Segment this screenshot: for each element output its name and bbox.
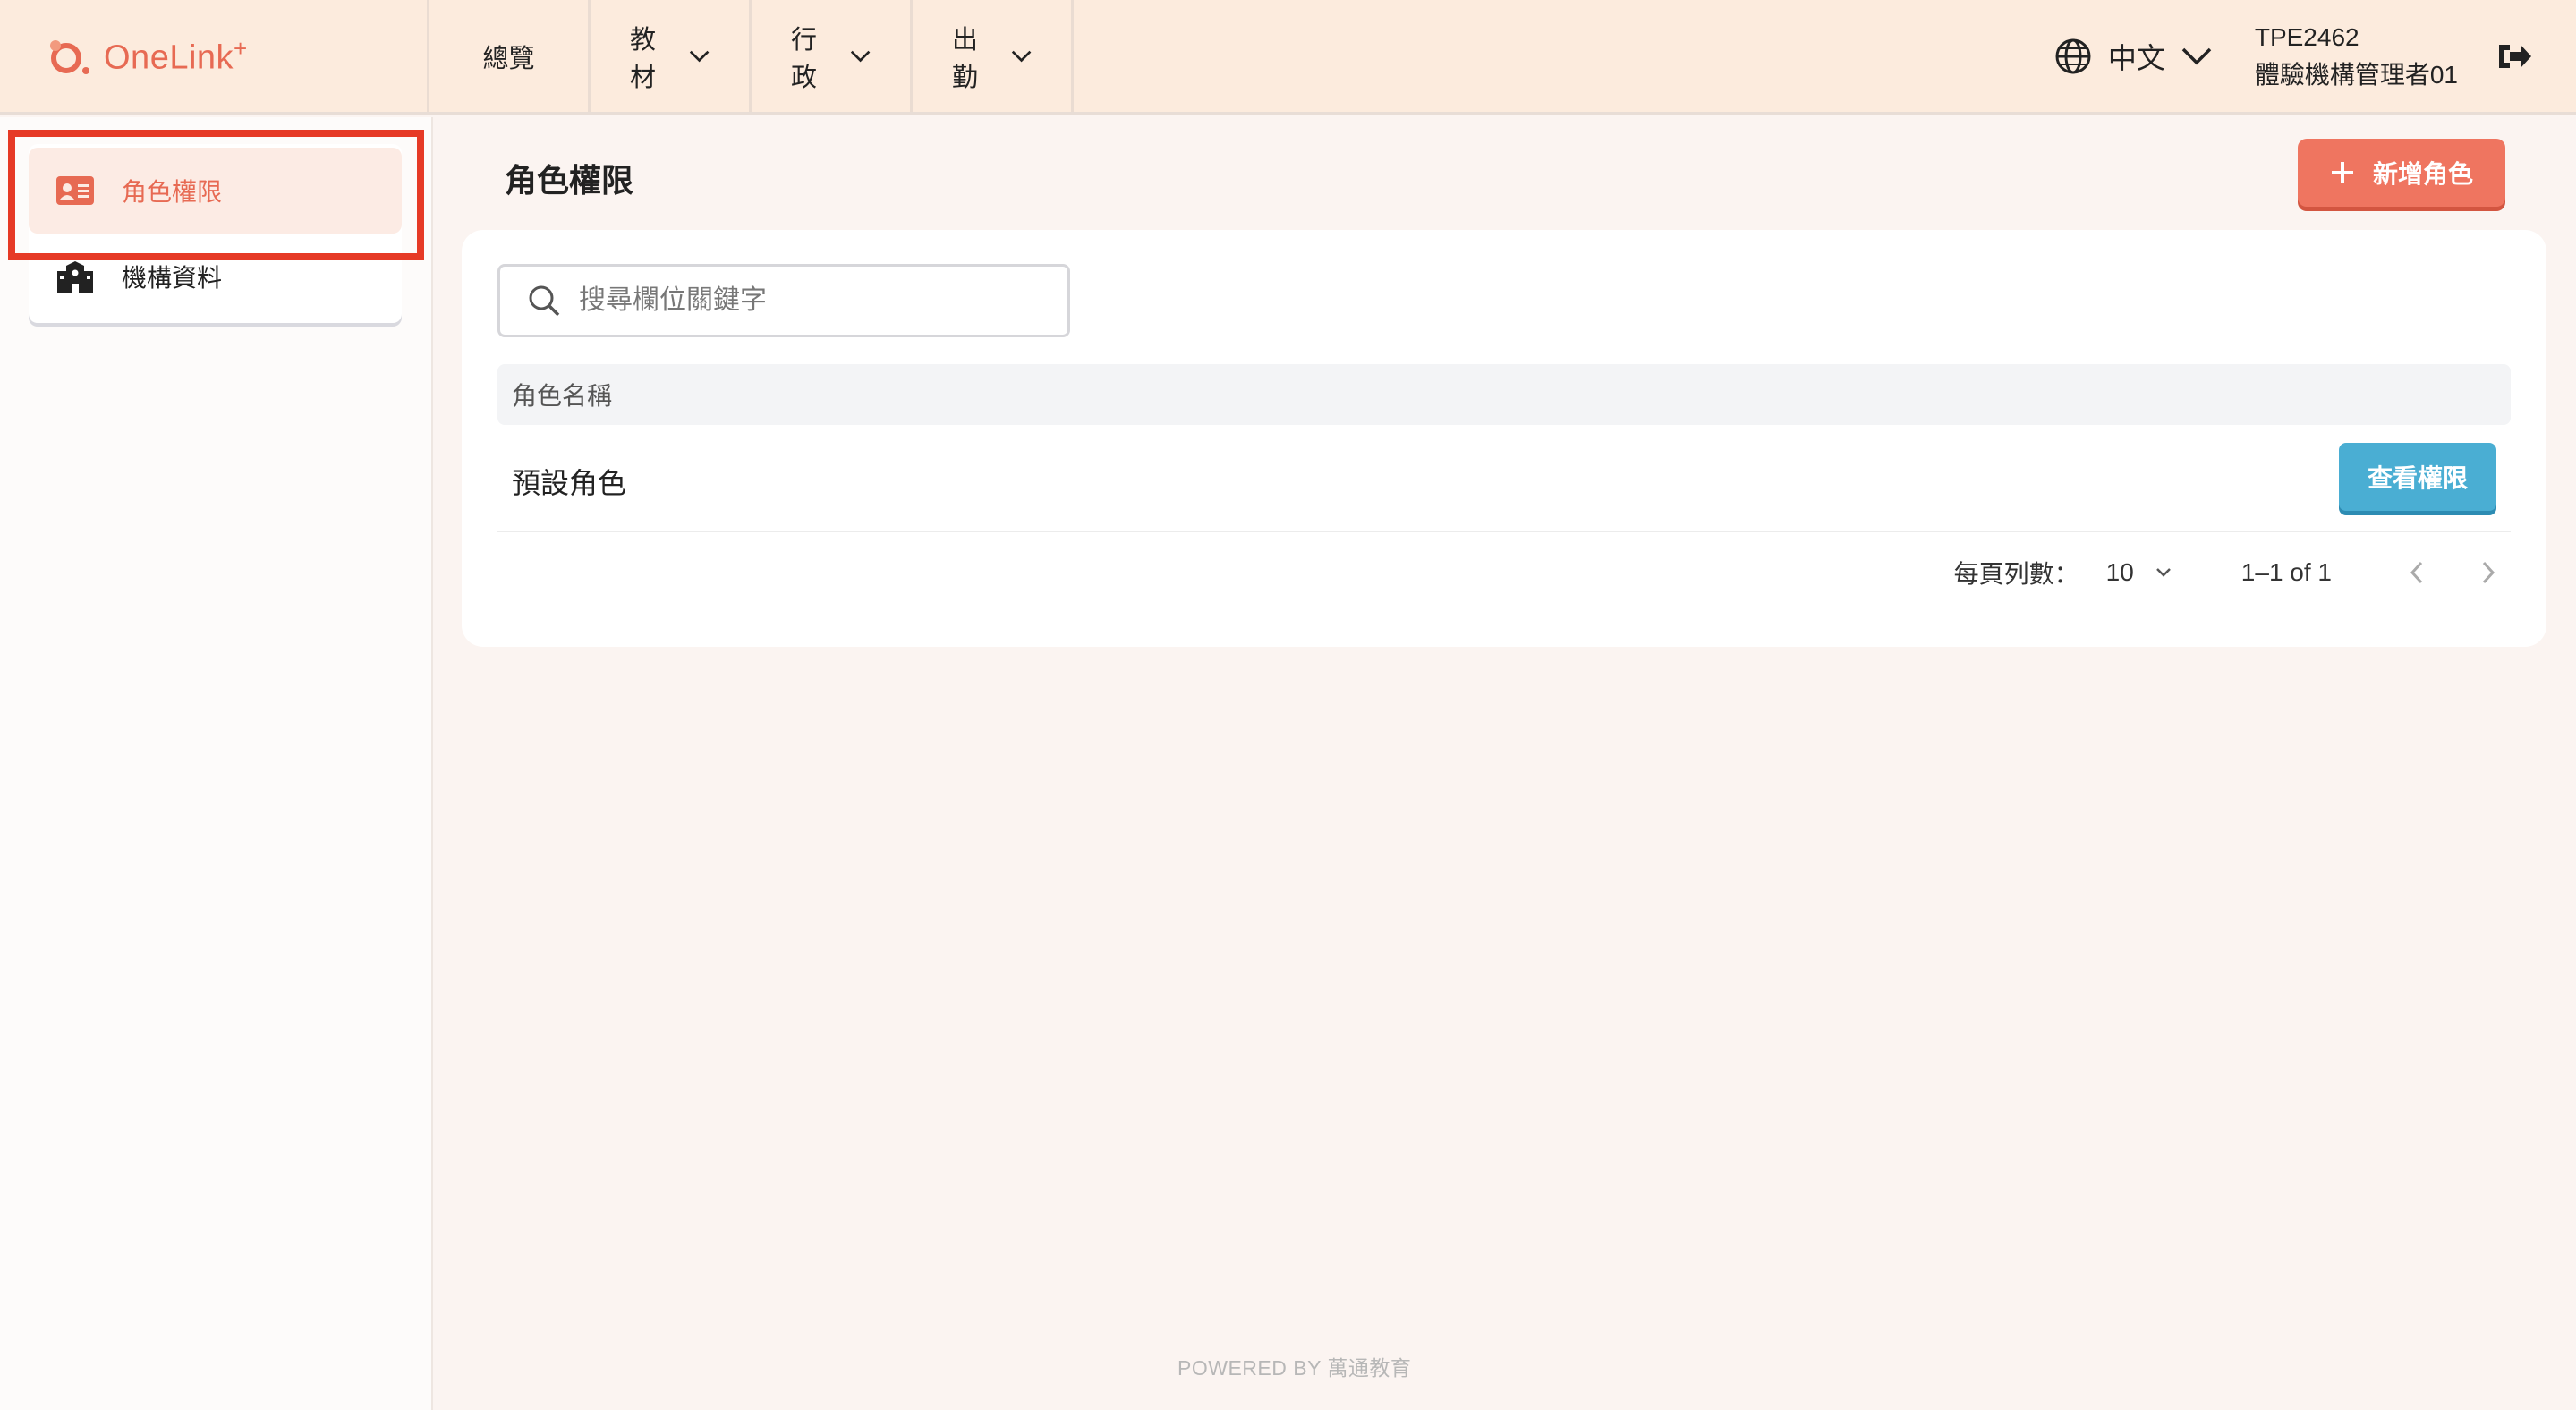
chevron-down-icon xyxy=(1011,50,1032,62)
building-icon xyxy=(57,261,93,293)
add-role-button[interactable]: 新增角色 xyxy=(2298,139,2505,207)
plus-icon xyxy=(2331,162,2353,183)
next-page-button[interactable] xyxy=(2466,561,2511,584)
language-label: 中文 xyxy=(2107,41,2165,74)
chevron-down-icon xyxy=(689,50,710,62)
search-box[interactable] xyxy=(497,264,1070,337)
globe-icon xyxy=(2055,38,2091,73)
highlight-annotation xyxy=(8,130,424,260)
page-range: 1–1 of 1 xyxy=(2240,558,2332,586)
role-name-cell: 預設角色 xyxy=(512,467,627,499)
table-row: 預設角色 查看權限 xyxy=(497,432,2511,532)
onelink-logo-icon xyxy=(47,35,97,78)
prev-page-button[interactable] xyxy=(2394,561,2439,584)
nav-materials[interactable]: 教材 xyxy=(591,0,752,112)
rows-per-page-label: 每頁列數： xyxy=(1953,560,2079,588)
page-title: 角色權限 xyxy=(505,162,634,199)
column-header-role-name[interactable]: 角色名稱 xyxy=(512,377,612,412)
view-permissions-label: 查看權限 xyxy=(2367,464,2468,492)
nav-attendance[interactable]: 出勤 xyxy=(913,0,1074,112)
logout-icon xyxy=(2499,44,2531,68)
sidebar: 角色權限 機構資料 xyxy=(0,117,433,1410)
nav-admin-label: 行政 xyxy=(791,25,818,92)
brand-logo[interactable]: OneLink+ xyxy=(0,0,429,112)
chevron-left-icon xyxy=(2410,561,2423,584)
search-input[interactable] xyxy=(579,285,1044,316)
language-selector[interactable]: 中文 xyxy=(2054,0,2212,112)
user-info: TPE2462 體驗機構管理者01 xyxy=(2255,0,2458,112)
brand-name: OneLink+ xyxy=(104,34,248,77)
sidebar-item-label: 機構資料 xyxy=(122,264,223,292)
nav-overview[interactable]: 總覽 xyxy=(429,0,591,112)
nav-materials-label: 教材 xyxy=(630,25,657,92)
add-role-label: 新增角色 xyxy=(2372,160,2473,188)
view-permissions-button[interactable]: 查看權限 xyxy=(2339,443,2496,511)
rows-per-page-select[interactable]: 10 xyxy=(2106,558,2172,587)
chevron-down-icon xyxy=(850,50,871,62)
user-id: TPE2462 xyxy=(2254,22,2359,51)
pagination: 每頁列數： 10 1–1 of 1 xyxy=(1954,541,2511,604)
nav-attendance-label: 出勤 xyxy=(952,25,979,92)
logout-button[interactable] xyxy=(2495,0,2533,112)
nav-admin[interactable]: 行政 xyxy=(752,0,913,112)
roles-card: 角色名稱 預設角色 查看權限 每頁列數： 10 1–1 of 1 xyxy=(462,230,2546,647)
nav-overview-label: 總覽 xyxy=(482,44,535,73)
top-navbar: OneLink+ 總覽 教材 行政 出勤 中文 TPE2462 體驗機構管理者0… xyxy=(0,0,2576,115)
chevron-down-icon xyxy=(2155,568,2171,577)
chevron-down-icon xyxy=(2181,47,2212,64)
user-role: 體驗機構管理者01 xyxy=(2254,60,2458,89)
chevron-right-icon xyxy=(2482,561,2495,584)
table-header: 角色名稱 xyxy=(497,364,2511,425)
search-icon xyxy=(529,285,560,317)
rows-per-page-value: 10 xyxy=(2105,558,2134,586)
footer-powered-by: POWERED BY 萬通教育 xyxy=(1177,1356,1412,1380)
